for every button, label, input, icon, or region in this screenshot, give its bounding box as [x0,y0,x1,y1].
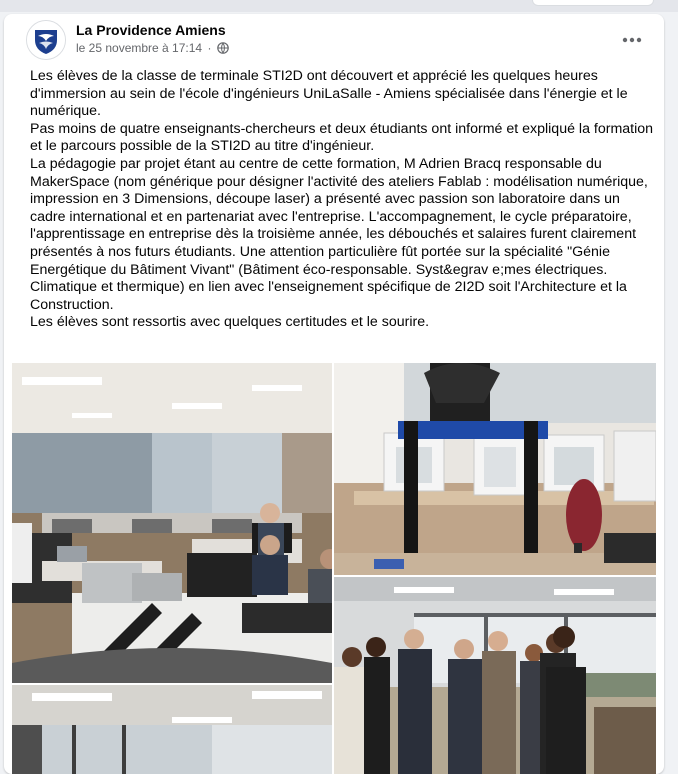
photo-3d-printers[interactable] [334,363,656,575]
post-header: La Providence Amiens le 25 novembre à 17… [4,14,664,64]
avatar[interactable] [26,20,66,60]
meta-separator: · [207,41,212,55]
post-card: La Providence Amiens le 25 novembre à 17… [4,14,664,774]
photo-classroom-ceiling[interactable] [12,685,332,774]
post-paragraph: La pédagogie par projet étant au centre … [30,155,648,313]
photo-electronics-lab[interactable] [12,363,332,683]
photo-grid [12,363,656,774]
post-meta: le 25 novembre à 17:14 · [76,41,229,57]
post-timestamp[interactable]: le 25 novembre à 17:14 [76,41,202,55]
post-paragraph: Les élèves de la classe de terminale STI… [30,68,628,120]
photo-students-group[interactable] [334,577,656,774]
post-paragraph: Les élèves sont ressortis avec quelques … [30,314,430,331]
top-strip-tab [532,0,654,6]
school-logo-icon [27,21,65,59]
more-options-button[interactable] [616,24,648,56]
post-paragraph: Pas moins de quatre enseignants-chercheu… [30,120,654,155]
globe-icon [216,42,229,57]
top-strip [0,0,678,12]
page-name[interactable]: La Providence Amiens [76,22,226,38]
post-text: Les élèves de la classe de terminale STI… [30,68,654,332]
more-horizontal-icon [622,37,642,43]
